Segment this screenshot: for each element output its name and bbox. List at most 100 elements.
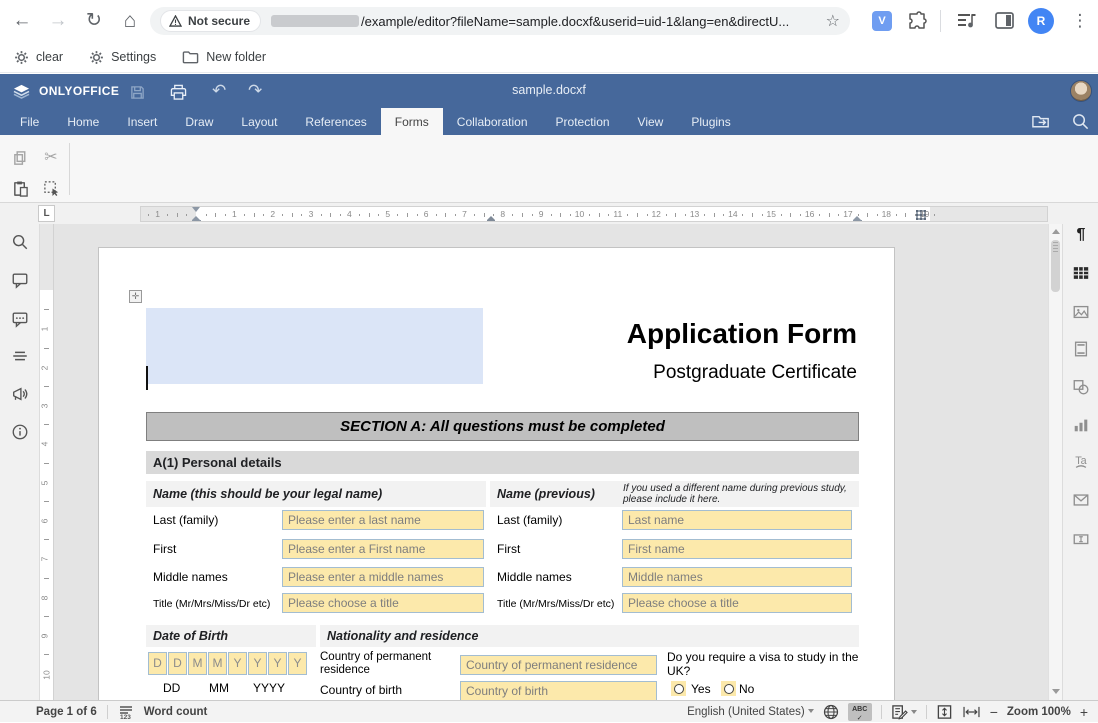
browser-menu-icon[interactable]: ⋮ [1070, 8, 1090, 34]
tab-references[interactable]: References [291, 108, 380, 135]
visa-yes-radio[interactable] [671, 681, 686, 696]
text-art-settings-icon[interactable]: Ta [1072, 453, 1090, 471]
birth-field[interactable]: Country of birth [460, 681, 657, 700]
prev-middle-names-field[interactable]: Middle names [622, 567, 852, 587]
zoom-in-button[interactable]: + [1080, 704, 1088, 720]
prev-first-name-field[interactable]: First name [622, 539, 852, 559]
copy-icon[interactable] [9, 147, 31, 169]
residence-field[interactable]: Country of permanent residence [460, 655, 657, 675]
tab-collaboration[interactable]: Collaboration [443, 108, 542, 135]
bookmark-label: Settings [111, 50, 156, 64]
fit-page-icon[interactable] [936, 704, 953, 720]
last-name-field[interactable]: Please enter a last name [282, 510, 484, 530]
track-changes-button[interactable] [891, 704, 917, 720]
tab-stop-selector[interactable]: L [38, 205, 55, 222]
document-page[interactable]: ✛ Application Form Postgraduate Certific… [99, 248, 894, 700]
about-info-icon[interactable] [11, 423, 29, 441]
first-line-indent-marker[interactable] [192, 207, 201, 212]
tab-draw[interactable]: Draw [171, 108, 227, 135]
dob-digit-field[interactable]: M [208, 652, 227, 675]
feedback-icon[interactable] [11, 385, 29, 403]
extensions-puzzle-icon[interactable] [906, 10, 928, 32]
headers-footers-settings-icon[interactable] [1072, 340, 1090, 358]
zoom-level[interactable]: Zoom 100% [1007, 706, 1071, 718]
vertical-scrollbar[interactable] [1048, 224, 1062, 700]
scroll-up-icon[interactable] [1052, 229, 1060, 234]
spell-checking-button[interactable]: ABC✓ [848, 703, 872, 721]
dob-digit-field[interactable]: Y [248, 652, 267, 675]
tab-stop-marker[interactable] [487, 216, 495, 222]
tab-plugins[interactable]: Plugins [677, 108, 744, 135]
section-a-banner: SECTION A: All questions must be complet… [146, 412, 859, 441]
ruler-tick [800, 214, 801, 216]
paragraph-settings-icon[interactable]: ¶ [1072, 226, 1090, 244]
fit-width-icon[interactable] [962, 705, 981, 719]
chat-icon[interactable] [11, 310, 29, 328]
navigation-headings-icon[interactable] [11, 347, 29, 365]
left-indent-marker[interactable] [192, 216, 201, 222]
language-selector[interactable]: English (United States) [687, 706, 814, 718]
visa-no-radio[interactable] [721, 681, 736, 696]
tab-forms[interactable]: Forms [381, 108, 443, 135]
title-field[interactable]: Please choose a title [282, 593, 484, 613]
dob-digit-field[interactable]: D [148, 652, 167, 675]
shape-settings-icon[interactable] [1072, 378, 1090, 396]
forward-icon[interactable]: → [44, 7, 72, 35]
media-controls-icon[interactable] [956, 11, 978, 31]
middle-names-field[interactable]: Please enter a middle names [282, 567, 484, 587]
mail-merge-settings-icon[interactable] [1072, 491, 1090, 509]
bookmark-star-icon[interactable]: ☆ [826, 11, 840, 31]
dob-digit-field[interactable]: Y [228, 652, 247, 675]
horizontal-ruler[interactable]: 112345678910111213141516171819 [140, 206, 1048, 222]
zoom-out-button[interactable]: − [990, 704, 998, 720]
prev-last-name-field[interactable]: Last name [622, 510, 852, 530]
word-count-button[interactable]: Word count [144, 706, 208, 718]
cut-icon[interactable]: ✂ [40, 146, 62, 168]
dob-digit-field[interactable]: Y [268, 652, 287, 675]
dob-digit-field[interactable]: D [168, 652, 187, 675]
form-settings-icon[interactable] [1072, 530, 1090, 548]
tab-layout[interactable]: Layout [227, 108, 291, 135]
extension-v-icon[interactable]: V [872, 11, 892, 31]
table-settings-icon[interactable] [1072, 264, 1090, 282]
user-avatar[interactable] [1070, 80, 1092, 102]
tab-file[interactable]: File [6, 108, 53, 135]
prev-title-field[interactable]: Please choose a title [622, 593, 852, 613]
bookmark-settings[interactable]: Settings [89, 50, 156, 65]
open-file-location-icon[interactable] [1031, 112, 1052, 130]
vertical-ruler[interactable]: 12345678910 [40, 224, 54, 700]
back-icon[interactable]: ← [8, 7, 36, 35]
first-name-field[interactable]: Please enter a First name [282, 539, 484, 559]
tab-home[interactable]: Home [53, 108, 113, 135]
home-icon[interactable]: ⌂ [116, 7, 144, 35]
tab-insert[interactable]: Insert [113, 108, 171, 135]
profile-avatar[interactable]: R [1028, 8, 1054, 34]
document-language-globe-icon[interactable] [823, 704, 839, 720]
scrollbar-thumb[interactable] [1051, 240, 1060, 292]
page-indicator[interactable]: Page 1 of 6 [36, 706, 97, 718]
image-form-field-placeholder[interactable] [146, 308, 483, 384]
security-chip[interactable]: Not secure [160, 10, 261, 32]
tab-view[interactable]: View [624, 108, 678, 135]
image-settings-icon[interactable] [1072, 303, 1090, 321]
chart-settings-icon[interactable] [1072, 416, 1090, 434]
select-all-icon[interactable] [40, 177, 62, 199]
ruler-number: 1 [40, 327, 49, 332]
right-indent-marker[interactable] [853, 216, 862, 222]
tab-protection[interactable]: Protection [542, 108, 624, 135]
table-move-handle-icon[interactable]: ✛ [129, 290, 142, 303]
address-bar[interactable]: Not secure /example/editor?fileName=samp… [150, 7, 850, 35]
reload-icon[interactable]: ↻ [80, 7, 108, 35]
search-icon[interactable] [1071, 112, 1090, 131]
dob-digit-field[interactable]: Y [288, 652, 307, 675]
dob-digit-field[interactable]: M [188, 652, 207, 675]
side-panel-icon[interactable] [994, 10, 1015, 31]
paste-icon[interactable] [9, 177, 31, 199]
scroll-down-icon[interactable] [1052, 689, 1060, 694]
bookmark-new-folder[interactable]: New folder [182, 50, 266, 64]
word-count-icon: 123 [118, 705, 134, 719]
find-icon[interactable] [11, 233, 29, 251]
bookmark-clear[interactable]: clear [14, 50, 63, 65]
comments-icon[interactable] [11, 271, 29, 289]
ruler-tick [790, 213, 791, 217]
